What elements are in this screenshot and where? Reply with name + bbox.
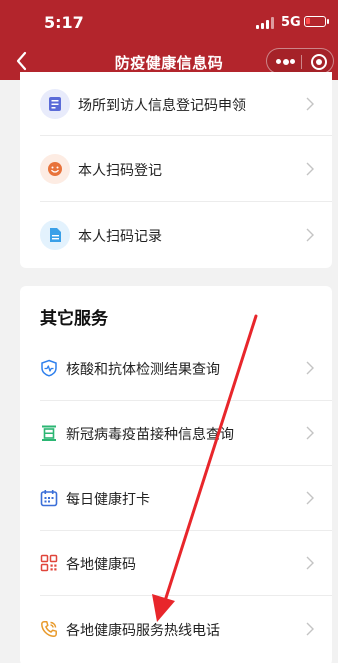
section-title: 其它服务 bbox=[40, 309, 108, 329]
calendar-icon bbox=[40, 490, 58, 507]
form-doc-icon bbox=[40, 89, 70, 119]
list-item-venue-code[interactable]: 场所到访人信息登记码申领 bbox=[20, 72, 332, 136]
list-item-self-scan-records[interactable]: 本人扫码记录 bbox=[20, 202, 332, 268]
chevron-right-icon bbox=[306, 162, 314, 176]
list-item-vaccine-query[interactable]: 新冠病毒疫苗接种信息查询 bbox=[20, 401, 332, 466]
list-item-label: 本人扫码记录 bbox=[78, 229, 162, 245]
registration-card: 场所到访人信息登记码申领 本人扫码登记 本人扫码记录 bbox=[20, 72, 332, 268]
status-time: 5:17 bbox=[44, 13, 84, 32]
list-item-label: 本人扫码登记 bbox=[78, 163, 162, 179]
list-item-regional-health-codes[interactable]: 各地健康码 bbox=[20, 531, 332, 596]
chevron-right-icon bbox=[306, 622, 314, 636]
shield-pulse-icon bbox=[41, 359, 57, 377]
other-services-card: 其它服务 核酸和抗体检测结果查询 新冠病毒疫苗接种信息查询 每日健康打卡 各地健… bbox=[20, 286, 332, 663]
status-bar: 5:17 5G bbox=[0, 0, 338, 44]
smiley-face-icon bbox=[40, 154, 70, 184]
chevron-right-icon bbox=[306, 426, 314, 440]
header-bar: 5:17 5G 防疫健康信息码 bbox=[0, 0, 338, 80]
chevron-right-icon bbox=[306, 97, 314, 111]
list-item-self-scan-register[interactable]: 本人扫码登记 bbox=[20, 136, 332, 202]
mini-program-capsule bbox=[266, 48, 334, 74]
more-dots-icon[interactable] bbox=[276, 58, 295, 65]
list-item-label: 核酸和抗体检测结果查询 bbox=[66, 362, 220, 378]
chevron-right-icon bbox=[306, 228, 314, 242]
list-item-nucleic-test-query[interactable]: 核酸和抗体检测结果查询 bbox=[20, 336, 332, 401]
vaccine-icon bbox=[42, 425, 56, 441]
list-item-label: 新冠病毒疫苗接种信息查询 bbox=[66, 427, 234, 443]
document-icon bbox=[40, 220, 70, 250]
qr-code-icon bbox=[40, 554, 58, 572]
list-item-label: 场所到访人信息登记码申领 bbox=[78, 98, 246, 114]
list-item-daily-health-checkin[interactable]: 每日健康打卡 bbox=[20, 466, 332, 531]
list-item-health-code-hotlines[interactable]: 各地健康码服务热线电话 bbox=[20, 596, 332, 661]
chevron-right-icon bbox=[306, 361, 314, 375]
list-item-label: 各地健康码 bbox=[66, 557, 136, 573]
chevron-right-icon bbox=[306, 491, 314, 505]
battery-icon bbox=[304, 16, 329, 27]
close-target-icon[interactable] bbox=[311, 54, 327, 70]
chevron-right-icon bbox=[306, 556, 314, 570]
phone-icon bbox=[41, 621, 57, 637]
list-item-label: 每日健康打卡 bbox=[66, 492, 150, 508]
network-type: 5G bbox=[281, 15, 301, 30]
list-item-label: 各地健康码服务热线电话 bbox=[66, 623, 220, 639]
signal-icon bbox=[256, 17, 276, 29]
